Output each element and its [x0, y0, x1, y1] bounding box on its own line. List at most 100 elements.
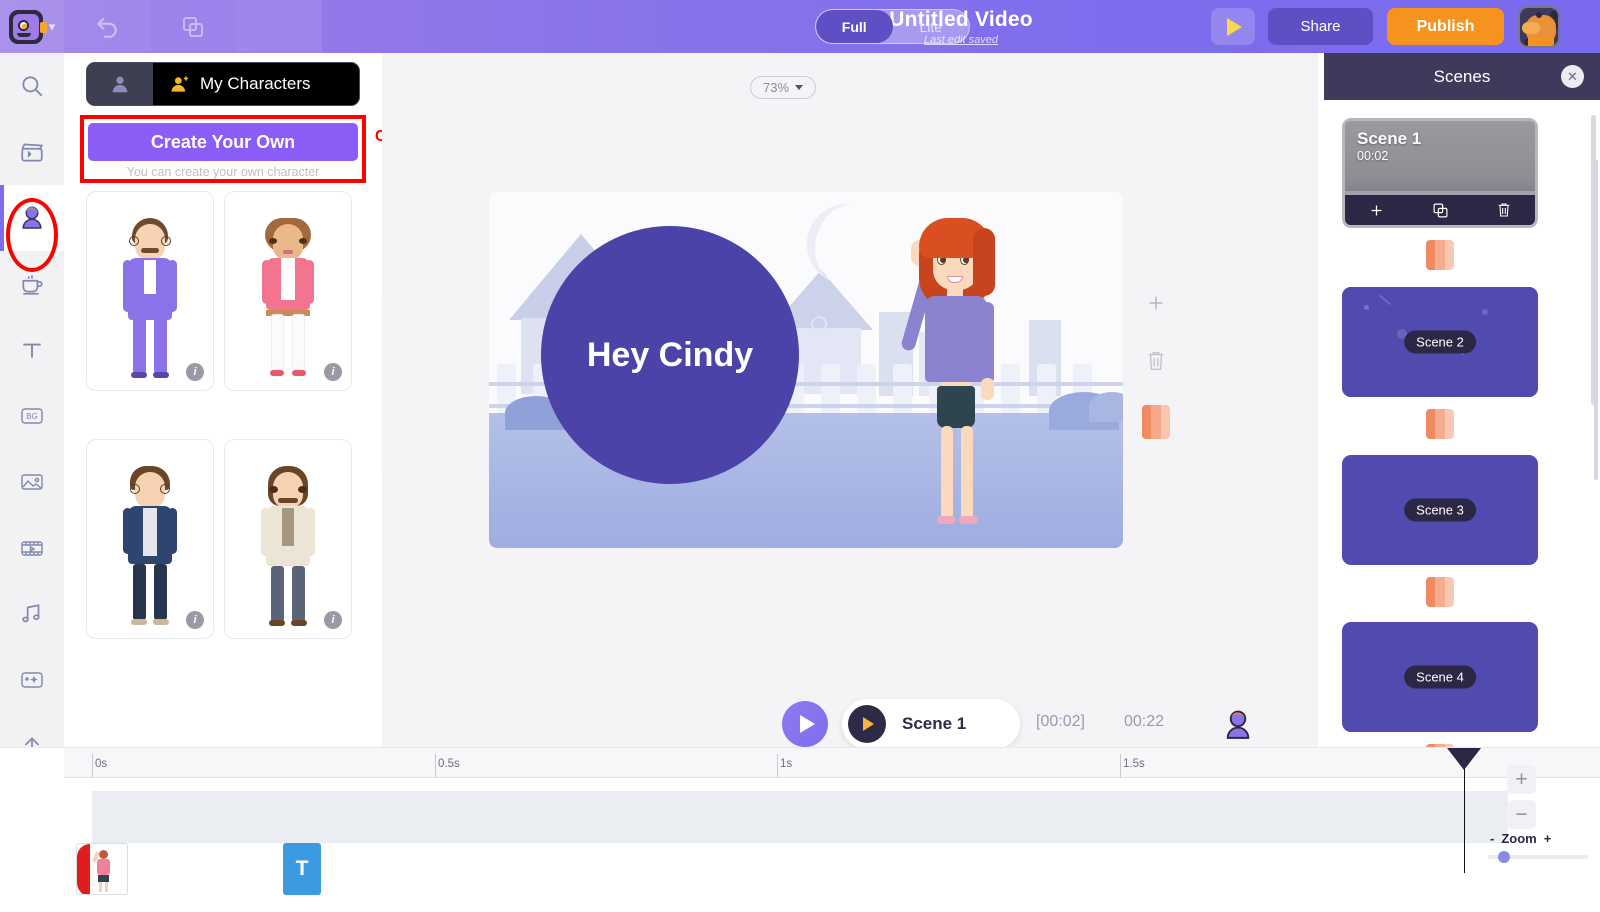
zoom-plus-sign: + [1543, 831, 1552, 846]
undo-button[interactable] [64, 0, 150, 53]
zoom-minus-sign: - [1490, 831, 1495, 846]
publish-button[interactable]: Publish [1387, 8, 1504, 45]
user-avatar[interactable] [1518, 6, 1560, 48]
clip-handle[interactable] [77, 844, 90, 894]
clapperboard-icon [21, 143, 44, 162]
timeline-ruler[interactable]: 0s 0.5s 1s 1.5s [64, 748, 1600, 778]
current-scene-chip[interactable]: Scene 1 [842, 699, 1020, 749]
canvas-side-tools [1142, 289, 1170, 439]
scene-card-1-title: Scene 1 [1357, 129, 1422, 148]
sidebar-item-music[interactable] [0, 581, 64, 647]
timeline-zoom-row: - Zoom + [1490, 831, 1551, 846]
tab-my-characters-label: My Characters [200, 74, 311, 93]
canvas-zoom-control[interactable]: 73% [750, 76, 816, 99]
timeline-zoom-out-button[interactable]: − [1507, 800, 1536, 829]
sidebar-item-characters[interactable] [0, 185, 64, 251]
transition-swatch-icon[interactable] [1142, 405, 1170, 439]
brand-logo[interactable]: ▾ [0, 0, 64, 53]
info-icon[interactable]: i [324, 611, 342, 629]
toolbar-spacer [236, 0, 322, 53]
trash-icon [1498, 203, 1509, 217]
duplicate-icon [1433, 203, 1448, 217]
add-scene-button[interactable] [1368, 202, 1385, 219]
timeline-text-clip[interactable]: T [283, 843, 321, 895]
window-decoration [811, 316, 827, 332]
mode-option-lite[interactable]: Lite [893, 10, 970, 43]
chevron-down-icon [795, 85, 804, 90]
info-icon[interactable]: i [186, 611, 204, 629]
sidebar-item-background[interactable]: BG [0, 383, 64, 449]
create-your-own-highlight: Create Your Own You can create your own … [80, 115, 366, 183]
transition-2-3[interactable] [1426, 409, 1454, 439]
duplicate-button[interactable] [150, 0, 236, 53]
mode-toggle[interactable]: Full Lite [815, 9, 970, 44]
search-icon [22, 76, 43, 97]
character-card-pink-cardigan[interactable]: i [224, 191, 352, 391]
coffee-cup-icon [22, 275, 43, 295]
scene-card-3[interactable]: Scene 3 [1342, 455, 1538, 565]
scene-card-1[interactable]: Scene 1 00:02 [1342, 118, 1538, 228]
playhead-grip[interactable] [1447, 748, 1481, 770]
character-thumbnail [253, 214, 323, 379]
close-icon[interactable]: ✕ [1561, 65, 1584, 88]
character-card-navy-jacket[interactable]: i [86, 439, 214, 639]
delete-element-button[interactable] [1142, 347, 1170, 375]
scene-play-button[interactable] [848, 705, 886, 743]
transition-3-4[interactable] [1426, 577, 1454, 607]
character-card-purple-suit[interactable]: i [86, 191, 214, 391]
sidebar-item-images[interactable] [0, 449, 64, 515]
scenes-panel-title: Scenes [1433, 66, 1491, 86]
character-card-beige-blazer[interactable]: i [224, 439, 352, 639]
speech-bubble[interactable]: Hey Cindy [541, 226, 799, 484]
timeline-character-clip[interactable] [76, 843, 128, 895]
share-button[interactable]: Share [1268, 8, 1373, 45]
undo-icon [96, 17, 117, 38]
timeline-track[interactable] [92, 791, 1508, 843]
duplicate-scene-button[interactable] [1432, 202, 1449, 219]
play-button[interactable] [782, 701, 828, 747]
character-tool-button[interactable] [1219, 707, 1257, 745]
timeline-zoom-slider[interactable] [1488, 851, 1588, 863]
character-thumbnail [115, 462, 185, 627]
canvas-character[interactable] [889, 210, 1019, 540]
image-icon [21, 474, 43, 490]
add-element-button[interactable] [1142, 289, 1170, 317]
preview-play-button[interactable] [1211, 8, 1255, 45]
sidebar-item-search[interactable] [0, 53, 64, 119]
scene-card-1-actions [1345, 195, 1535, 225]
page-scrollbar[interactable] [1594, 160, 1598, 480]
info-icon[interactable]: i [324, 363, 342, 381]
sidebar-item-effects[interactable] [0, 647, 64, 713]
user-avatar-icon [1226, 710, 1250, 739]
timeline-playhead[interactable] [1447, 748, 1481, 873]
character-icon [22, 206, 42, 229]
info-icon[interactable]: i [186, 363, 204, 381]
video-canvas[interactable]: Hey Cindy [489, 192, 1123, 548]
sidebar-item-props[interactable] [0, 251, 64, 317]
timeline-zoom-in-button[interactable]: + [1507, 765, 1536, 794]
transition-1-2[interactable] [1426, 240, 1454, 270]
delete-scene-button[interactable] [1496, 201, 1512, 219]
sidebar-item-templates[interactable] [0, 119, 64, 185]
timeline: 0s 0.5s 1s 1.5s T [0, 747, 1600, 912]
ruler-tick-2: 1s [780, 758, 793, 770]
scene-card-4[interactable]: Scene 4 [1342, 622, 1538, 732]
person-icon [112, 76, 128, 93]
scenes-panel: Scenes ✕ Scene 1 00:02 Scene 2 Scene 3 S… [1318, 53, 1600, 774]
characters-panel: My Characters Create Your Own You can cr… [64, 53, 382, 747]
tab-my-characters[interactable]: My Characters [153, 63, 359, 105]
create-your-own-button[interactable]: Create Your Own [88, 123, 358, 161]
top-bar: ▾ Untitled Video Last edit saved Full Li… [0, 0, 1600, 53]
scene-card-2[interactable]: Scene 2 [1342, 287, 1538, 397]
tab-all-characters[interactable] [87, 63, 153, 105]
zoom-slider-knob[interactable] [1498, 851, 1510, 863]
music-note-icon [22, 604, 40, 623]
play-icon [1227, 17, 1242, 36]
zoom-label: Zoom [1501, 831, 1537, 846]
sidebar-item-video[interactable] [0, 515, 64, 581]
chevron-down-icon[interactable]: ▾ [49, 19, 56, 35]
sidebar-item-text[interactable] [0, 317, 64, 383]
bg-icon: BG [21, 408, 43, 424]
play-icon [799, 715, 815, 733]
mode-option-full[interactable]: Full [816, 10, 893, 43]
